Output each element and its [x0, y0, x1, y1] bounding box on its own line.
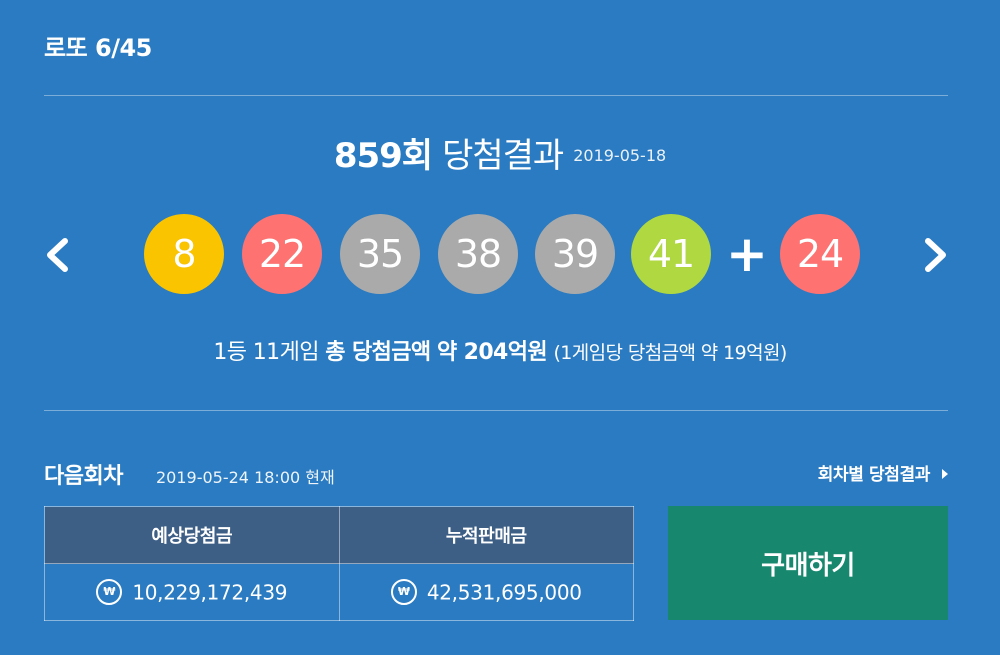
accumulated-sales-cell: ₩42,531,695,000: [338, 563, 634, 621]
prize-games: 11게임: [252, 340, 320, 365]
buy-button[interactable]: 구매하기: [668, 506, 948, 620]
accumulated-sales-header: 누적판매금: [338, 506, 634, 564]
number-ball: 8: [144, 214, 224, 294]
won-currency-icon: ₩: [390, 579, 417, 606]
divider-top: [44, 95, 948, 96]
expected-prize-value: 10,229,172,439: [132, 580, 288, 605]
winning-numbers: 8 22 35 38 39 41 + 24: [0, 214, 1000, 296]
won-currency-icon: ₩: [96, 579, 123, 606]
number-ball: 41: [631, 214, 711, 294]
prize-total-amount: 약 204억원: [436, 340, 548, 365]
next-round-stats-table: 예상당첨금 누적판매금 ₩10,229,172,439 ₩42,531,695,…: [44, 506, 634, 621]
number-ball: 38: [438, 214, 518, 294]
next-round-button[interactable]: [915, 233, 955, 277]
table-header-row: 예상당첨금 누적판매금: [44, 506, 634, 564]
round-title: 859회 당첨결과 2019-05-18: [0, 128, 1000, 177]
app-title: 로또 6/45: [44, 34, 152, 62]
expected-prize-cell: ₩10,229,172,439: [44, 563, 340, 621]
accumulated-sales-value: 42,531,695,000: [426, 580, 582, 605]
round-label: 당첨결과: [442, 136, 564, 176]
plus-icon: +: [726, 225, 768, 283]
prize-total-label: 총 당첨금액: [325, 340, 431, 365]
next-round-label: 다음회차: [44, 464, 123, 489]
table-row: ₩10,229,172,439 ₩42,531,695,000: [44, 563, 634, 621]
expected-prize-header: 예상당첨금: [44, 506, 340, 564]
triangle-right-icon: [942, 469, 948, 479]
prize-rank: 1등: [213, 340, 247, 365]
number-ball: 22: [242, 214, 322, 294]
round-date: 2019-05-18: [573, 146, 667, 165]
bonus-ball: 24: [780, 214, 860, 294]
prize-summary: 1등 11게임 총 당첨금액 약 204억원 (1게임당 당첨금액 약 19억원…: [0, 334, 1000, 366]
round-number: 859회: [333, 136, 433, 176]
prize-per-game: (1게임당 당첨금액 약 19억원): [553, 342, 787, 364]
round-history-link-label: 회차별 당첨결과: [817, 465, 931, 485]
next-round-date: 2019-05-24 18:00 현재: [156, 468, 335, 487]
number-ball: 35: [340, 214, 420, 294]
divider-middle: [44, 410, 948, 411]
chevron-right-icon: [925, 238, 946, 272]
round-history-link[interactable]: 회차별 당첨결과: [818, 460, 948, 485]
number-ball: 39: [535, 214, 615, 294]
